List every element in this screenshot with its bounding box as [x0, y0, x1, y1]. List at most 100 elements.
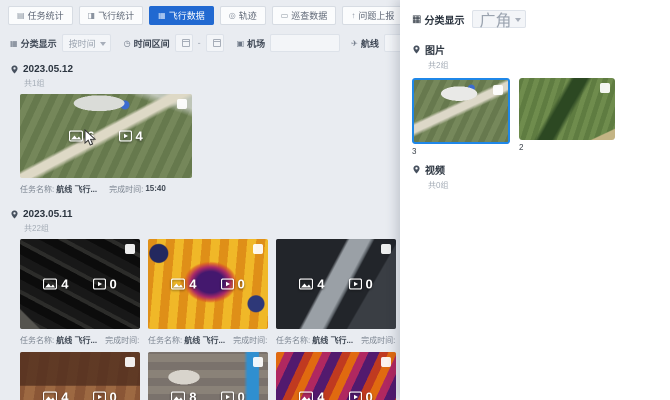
panel-thumb-group: 2 — [519, 78, 615, 152]
panel-videos-count: 共0组 — [428, 180, 658, 191]
panel-images-header: 图片 — [412, 42, 658, 57]
media-card: 4 0 — [276, 352, 396, 400]
media-card: 4 0 任务名称:航线 飞行... 完成时间:21:22 — [148, 239, 268, 346]
main-content: ▤ 任务统计 ◨ 飞行统计 ▦ 飞行数据 ◎ 轨迹 ▭ 巡查数据 ↑ 问题上报 — [0, 0, 400, 400]
photo-count: 4 — [299, 390, 324, 400]
media-thumbnail[interactable]: 4 0 — [276, 239, 396, 329]
video-count: 0 — [93, 390, 117, 400]
section-count: 共22组 — [24, 223, 400, 234]
tab-label: 任务统计 — [28, 9, 64, 22]
tab-flight-data[interactable]: ▦ 飞行数据 — [149, 6, 214, 25]
thumb-number: 2 — [519, 143, 615, 152]
panel-images-title: 图片 — [425, 42, 445, 57]
tab-label: 巡查数据 — [291, 9, 327, 22]
upload-report-icon: ↑ — [351, 12, 355, 20]
video-count: 0 — [349, 277, 373, 292]
media-thumbnail[interactable]: 4 0 — [148, 239, 268, 329]
clock-icon: ◷ — [124, 39, 131, 48]
photo-count: 4 — [43, 277, 68, 292]
play-icon — [349, 279, 362, 290]
panel-thumb-group: 3 — [412, 78, 510, 156]
select-checkbox[interactable] — [125, 244, 135, 254]
photo-icon — [69, 131, 83, 142]
classify-select[interactable]: 按时间 — [62, 34, 111, 52]
tab-track[interactable]: ◎ 轨迹 — [220, 6, 266, 25]
panel-classify-select[interactable]: 广角 — [472, 10, 526, 28]
tab-flight-stats[interactable]: ◨ 飞行统计 — [79, 6, 144, 25]
tab-label: 飞行数据 — [169, 9, 205, 22]
section-date: 2023.05.11 — [23, 209, 73, 220]
video-count: 0 — [221, 390, 245, 400]
panel-image-thumbnail-selected[interactable] — [412, 78, 510, 144]
location-pin-icon — [412, 45, 421, 54]
date-section-header: 2023.05.12 — [10, 64, 400, 75]
play-icon — [119, 131, 132, 142]
location-pin-icon — [412, 165, 421, 174]
location-pin-icon — [10, 210, 19, 219]
media-thumbnail[interactable]: 4 0 — [276, 352, 396, 400]
play-icon — [349, 392, 362, 400]
media-grid-row: 4 0 8 — [20, 352, 400, 400]
media-card: 8 0 — [148, 352, 268, 400]
media-thumbnail[interactable]: 6 4 — [20, 94, 192, 178]
route-icon: ✈ — [351, 39, 358, 48]
video-count: 0 — [93, 277, 117, 292]
media-thumbnail[interactable]: 8 0 — [148, 352, 268, 400]
panel-image-thumbnail[interactable] — [519, 78, 615, 140]
tab-task-stats[interactable]: ▤ 任务统计 — [8, 6, 73, 25]
select-checkbox[interactable] — [600, 83, 610, 93]
panel-classify-label: ▦ 分类显示 — [412, 12, 464, 27]
section-count: 共1组 — [24, 78, 400, 89]
panel-images-count: 共2组 — [428, 60, 658, 71]
media-card: 4 0 任务名称:航线 飞行... 完成时间: — [276, 239, 396, 346]
select-checkbox[interactable] — [125, 357, 135, 367]
top-toolbar: ▤ 任务统计 ◨ 飞行统计 ▦ 飞行数据 ◎ 轨迹 ▭ 巡查数据 ↑ 问题上报 — [0, 0, 400, 25]
grid-icon: ▦ — [412, 14, 421, 25]
photo-icon — [299, 392, 313, 400]
video-count: 0 — [221, 277, 245, 292]
grid-icon: ▦ — [10, 39, 18, 48]
time-range-label: ◷ 时间区间 — [124, 37, 170, 50]
media-thumbnail[interactable]: 4 0 — [20, 239, 140, 329]
tab-issue-report[interactable]: ↑ 问题上报 — [342, 6, 400, 25]
chevron-down-icon — [100, 42, 106, 46]
bar-chart-icon: ▤ — [17, 12, 25, 20]
thumb-number: 3 — [412, 147, 510, 156]
airport-label: ▣ 机场 — [237, 37, 266, 50]
route-input[interactable] — [384, 34, 400, 52]
photo-icon — [43, 279, 57, 290]
tab-label: 问题上报 — [358, 9, 394, 22]
airport-input[interactable] — [270, 34, 340, 52]
route-label: ✈ 航线 — [351, 37, 379, 50]
panel-image-thumbs: 3 2 — [412, 78, 658, 156]
media-grid-row: 4 0 任务名称:航线 飞行... 完成时间:21:41 — [20, 239, 400, 346]
select-checkbox[interactable] — [493, 85, 503, 95]
panel-header: ▦ 分类显示 广角 — [412, 10, 658, 28]
select-checkbox[interactable] — [253, 357, 263, 367]
tab-label: 飞行统计 — [98, 9, 134, 22]
video-count: 4 — [119, 129, 143, 144]
photo-icon — [43, 392, 57, 400]
video-count: 0 — [349, 390, 373, 400]
media-thumbnail[interactable]: 4 0 — [20, 352, 140, 400]
play-icon — [93, 279, 106, 290]
track-icon: ◎ — [229, 12, 236, 20]
filter-bar: ▦ 分类显示 按时间 ◷ 时间区间 - ▣ 机场 — [0, 25, 400, 52]
media-caption: 任务名称:航线 飞行... 完成时间:21:22 — [148, 335, 268, 346]
location-pin-icon — [10, 65, 19, 74]
detail-side-panel: ▦ 分类显示 广角 图片 共2组 3 — [400, 0, 670, 400]
photo-count: 6 — [69, 129, 94, 144]
photo-count: 8 — [171, 390, 196, 400]
tab-inspect-data[interactable]: ▭ 巡查数据 — [272, 6, 337, 25]
calendar-icon — [182, 39, 190, 47]
select-checkbox[interactable] — [253, 244, 263, 254]
select-checkbox[interactable] — [381, 357, 391, 367]
select-checkbox[interactable] — [177, 99, 187, 109]
tab-label: 轨迹 — [239, 9, 257, 22]
select-checkbox[interactable] — [381, 244, 391, 254]
classify-display-label: ▦ 分类显示 — [10, 37, 57, 50]
flight-stats-icon: ◨ — [88, 12, 96, 20]
flight-data-page: ▤ 任务统计 ◨ 飞行统计 ▦ 飞行数据 ◎ 轨迹 ▭ 巡查数据 ↑ 问题上报 — [0, 0, 670, 400]
flight-data-icon: ▦ — [158, 12, 166, 20]
play-icon — [93, 392, 106, 400]
